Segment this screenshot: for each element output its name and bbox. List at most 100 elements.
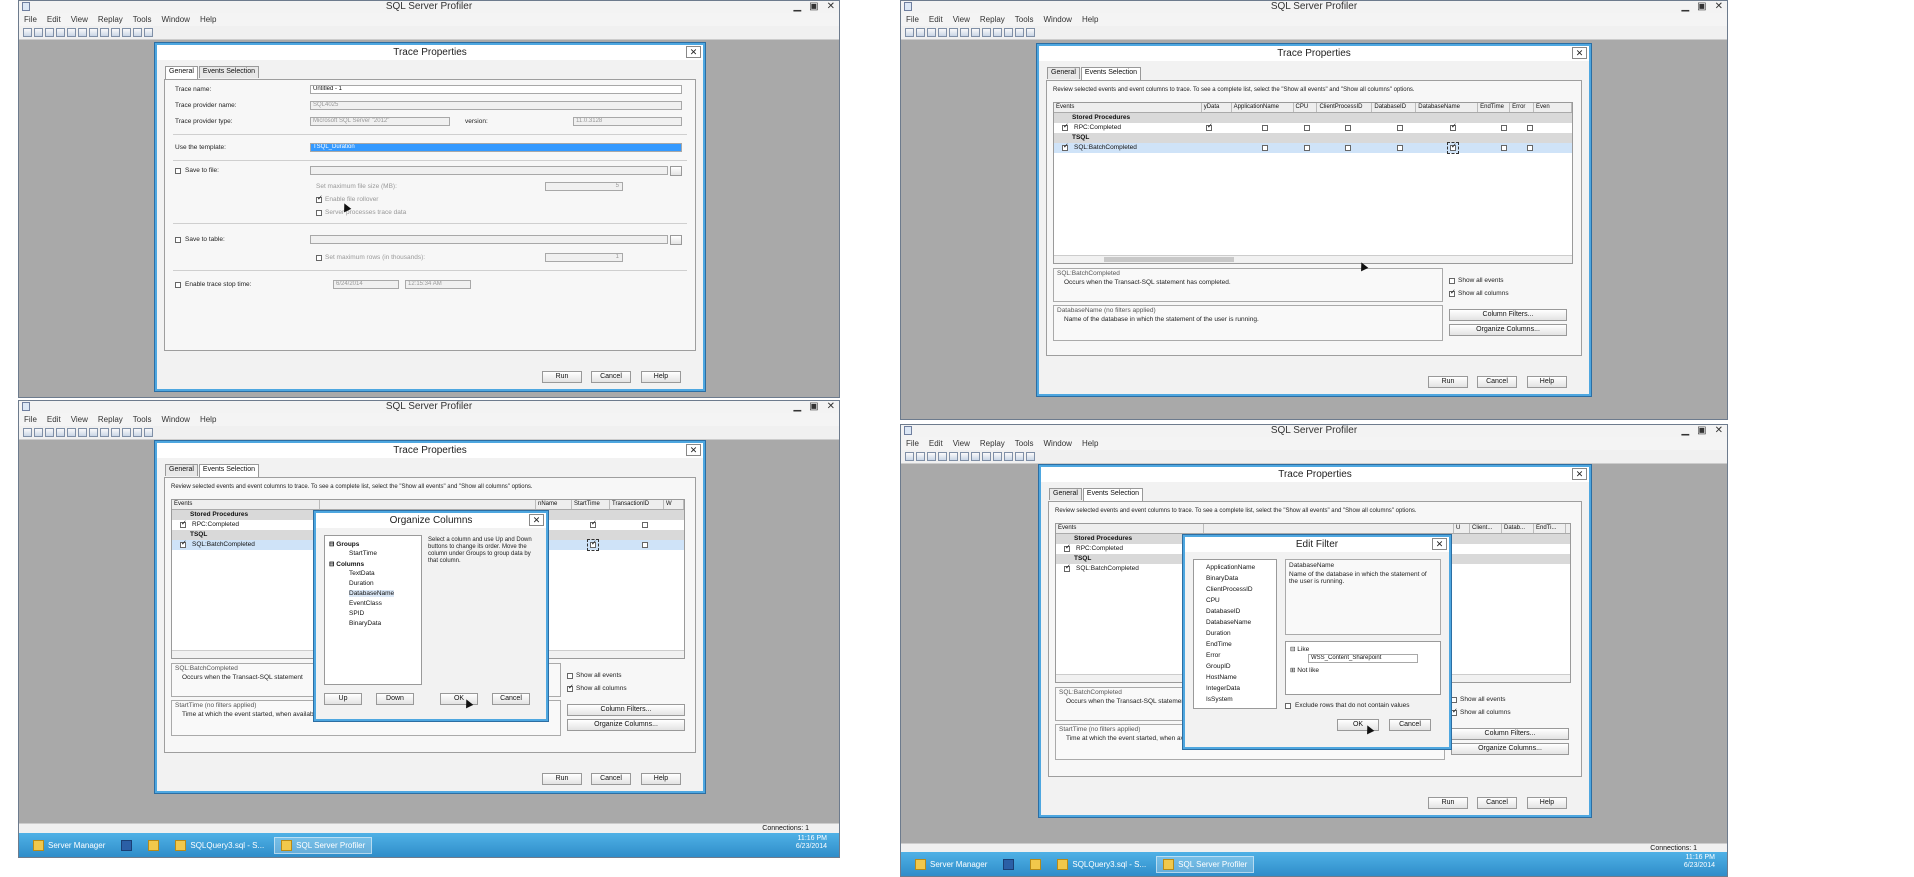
cell-checkbox[interactable]: [1345, 145, 1351, 151]
run-button[interactable]: Run: [1428, 797, 1468, 809]
dialog-close-icon[interactable]: ✕: [1432, 538, 1447, 550]
cell-checkbox[interactable]: [1447, 142, 1459, 154]
activity-monitor-icon[interactable]: [1015, 452, 1024, 461]
col-name[interactable]: nName: [536, 500, 572, 509]
taskbar-server-manager[interactable]: Server Manager: [27, 837, 111, 854]
menu-file[interactable]: File: [24, 15, 37, 24]
dialog-close-icon[interactable]: ✕: [686, 46, 701, 58]
save-icon[interactable]: [56, 428, 65, 437]
save-to-file-checkbox[interactable]: [175, 168, 181, 174]
cell-checkbox[interactable]: [1397, 145, 1403, 151]
event-checkbox[interactable]: [1064, 563, 1071, 573]
find-icon[interactable]: [960, 28, 969, 37]
scroll-thumb[interactable]: [1104, 257, 1234, 262]
like-value-input[interactable]: WSS_Content_Sharepoint: [1308, 654, 1418, 663]
up-button[interactable]: Up: [324, 693, 362, 705]
column-filters-button[interactable]: Column Filters...: [1451, 728, 1569, 740]
menu-window[interactable]: Window: [161, 415, 189, 424]
cell-checkbox[interactable]: [587, 539, 599, 551]
save-to-table-checkbox[interactable]: [175, 237, 181, 243]
filter-column-item[interactable]: ClientProcessID: [1206, 586, 1253, 593]
taskbar-clock[interactable]: 11:16 PM 6/23/2014: [796, 835, 827, 851]
run-icon[interactable]: [982, 452, 991, 461]
filter-column-item[interactable]: IntegerData: [1206, 685, 1240, 692]
cell-checkbox[interactable]: [1501, 125, 1507, 131]
tab-events-selection[interactable]: Events Selection: [198, 66, 260, 78]
close-icon[interactable]: ✕: [827, 1, 835, 13]
menu-help[interactable]: Help: [1082, 15, 1098, 24]
taskbar-sqlquery[interactable]: SQLQuery3.sql - S...: [1051, 856, 1152, 873]
col-client[interactable]: Client...: [1470, 524, 1502, 533]
taskbar-sqlquery[interactable]: SQLQuery3.sql - S...: [169, 837, 270, 854]
down-button[interactable]: Down: [376, 693, 414, 705]
dialog-close-icon[interactable]: ✕: [1572, 47, 1587, 59]
col-endtime[interactable]: EndTime: [1478, 103, 1511, 112]
taskbar-explorer[interactable]: [142, 837, 165, 854]
filter-column-item[interactable]: CPU: [1206, 597, 1220, 604]
cell-checkbox[interactable]: [1304, 145, 1310, 151]
menu-file[interactable]: File: [906, 439, 919, 448]
cancel-button[interactable]: Cancel: [591, 773, 631, 785]
new-template-icon[interactable]: [34, 28, 43, 37]
menu-tools[interactable]: Tools: [1015, 439, 1034, 448]
filter-column-item[interactable]: Duration: [1206, 630, 1231, 637]
cell-checkbox[interactable]: [1206, 122, 1213, 132]
minimize-icon[interactable]: ▁: [793, 401, 801, 413]
save-icon[interactable]: [56, 28, 65, 37]
col-databaseid[interactable]: DatabaseID: [1372, 103, 1417, 112]
column-item[interactable]: BinaryData: [349, 620, 381, 627]
show-all-events-checkbox[interactable]: [1451, 697, 1457, 703]
filter-column-item[interactable]: Error: [1206, 652, 1220, 659]
event-row-sql-batchcompleted[interactable]: SQL:BatchCompleted: [1054, 142, 1572, 154]
filter-column-item[interactable]: EndTime: [1206, 641, 1232, 648]
new-trace-icon[interactable]: [23, 28, 32, 37]
pause-icon[interactable]: [111, 428, 120, 437]
menu-tools[interactable]: Tools: [1015, 15, 1034, 24]
column-item[interactable]: SPID: [349, 610, 364, 617]
menu-view[interactable]: View: [953, 439, 970, 448]
minimize-icon[interactable]: ▁: [793, 1, 801, 13]
column-item[interactable]: EventClass: [349, 600, 382, 607]
enable-stop-time-checkbox[interactable]: [175, 282, 181, 288]
menu-file[interactable]: File: [906, 15, 919, 24]
dialog-close-icon[interactable]: ✕: [529, 514, 544, 526]
taskbar-powershell[interactable]: [997, 856, 1020, 873]
stop-icon[interactable]: [1004, 28, 1013, 37]
close-icon[interactable]: ✕: [1715, 425, 1723, 437]
column-item[interactable]: TextData: [349, 570, 375, 577]
cell-checkbox[interactable]: [590, 519, 597, 529]
filter-column-item[interactable]: IsSystem: [1206, 696, 1233, 703]
show-all-events-checkbox[interactable]: [567, 673, 573, 679]
menu-window[interactable]: Window: [1043, 15, 1071, 24]
filter-column-item[interactable]: HostName: [1206, 674, 1237, 681]
cancel-button[interactable]: Cancel: [492, 693, 530, 705]
save-icon[interactable]: [938, 452, 947, 461]
help-button[interactable]: Help: [1527, 797, 1567, 809]
maximize-icon[interactable]: ▣: [809, 401, 818, 413]
col-events[interactable]: Events: [1056, 524, 1204, 533]
new-template-icon[interactable]: [916, 28, 925, 37]
col-transactionid[interactable]: TransactionID: [610, 500, 664, 509]
col-endti[interactable]: EndTi...: [1534, 524, 1566, 533]
column-item[interactable]: Duration: [349, 580, 374, 587]
cancel-button[interactable]: Cancel: [1389, 719, 1431, 731]
col-error[interactable]: Error: [1510, 103, 1535, 112]
menu-replay[interactable]: Replay: [980, 439, 1005, 448]
close-icon[interactable]: ✕: [827, 401, 835, 413]
activity-monitor-icon[interactable]: [133, 428, 142, 437]
properties-icon[interactable]: [67, 28, 76, 37]
new-template-icon[interactable]: [916, 452, 925, 461]
cancel-button[interactable]: Cancel: [1477, 797, 1517, 809]
category-tsql[interactable]: TSQL: [1054, 133, 1572, 143]
help-icon[interactable]: [144, 428, 153, 437]
event-checkbox[interactable]: [1062, 142, 1069, 152]
help-icon[interactable]: [144, 28, 153, 37]
browse-file-button[interactable]: [670, 166, 682, 176]
new-trace-icon[interactable]: [905, 452, 914, 461]
run-icon[interactable]: [100, 428, 109, 437]
filter-column-item[interactable]: ApplicationName: [1206, 564, 1255, 571]
clear-icon[interactable]: [971, 452, 980, 461]
cancel-button[interactable]: Cancel: [591, 371, 631, 383]
activity-monitor-icon[interactable]: [1015, 28, 1024, 37]
menu-window[interactable]: Window: [1043, 439, 1071, 448]
